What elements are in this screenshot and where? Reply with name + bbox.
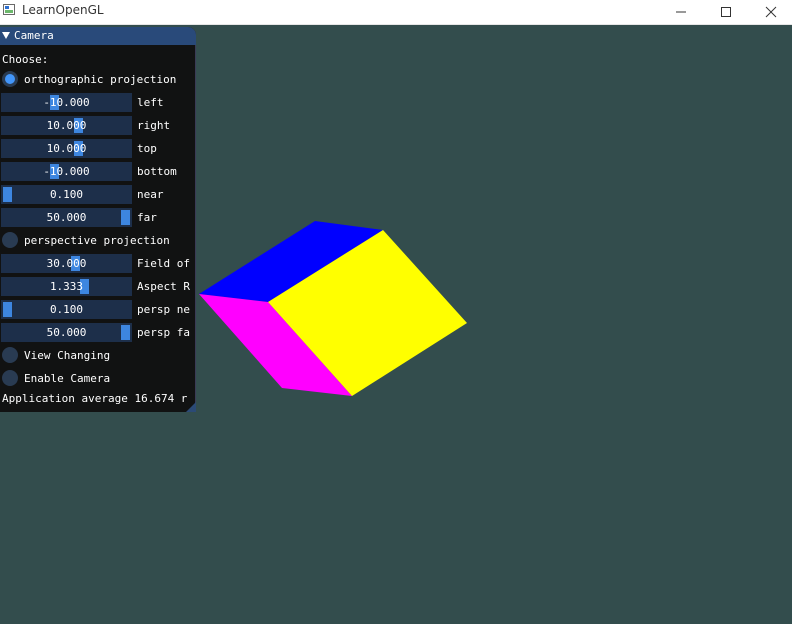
- radio-orthographic[interactable]: [2, 71, 18, 87]
- slider-value: 10.000: [46, 119, 87, 132]
- fps-status-text: Application average 16.674 r: [2, 392, 188, 405]
- slider-label: right: [137, 119, 171, 132]
- slider-label: far: [137, 211, 157, 224]
- resize-grip[interactable]: [186, 402, 196, 412]
- slider-persp-ne[interactable]: 0.100: [1, 300, 132, 319]
- slider-label: top: [137, 142, 157, 155]
- radio-perspective-label[interactable]: perspective projection: [24, 234, 170, 247]
- slider-label: left: [137, 96, 164, 109]
- enable-camera-label[interactable]: Enable Camera: [24, 372, 110, 385]
- slider-label: near: [137, 188, 164, 201]
- radio-orthographic-label[interactable]: orthographic projection: [24, 73, 176, 86]
- view-changing-label[interactable]: View Changing: [24, 349, 110, 362]
- slider-value: 50.000: [46, 211, 87, 224]
- slider-persp-fa[interactable]: 50.000: [1, 323, 132, 342]
- slider-left[interactable]: -10.000: [1, 93, 132, 112]
- slider-far[interactable]: 50.000: [1, 208, 132, 227]
- slider-value: 0.100: [49, 303, 84, 316]
- panel-title: Camera: [14, 29, 54, 42]
- slider-value: -10.000: [43, 165, 90, 178]
- slider-top[interactable]: 10.000: [1, 139, 132, 158]
- slider-value: 50.000: [46, 326, 87, 339]
- radio-perspective[interactable]: [2, 232, 18, 248]
- slider-label: persp fa: [137, 326, 190, 339]
- slider-aspect-r[interactable]: 1.333: [1, 277, 132, 296]
- slider-bottom[interactable]: -10.000: [1, 162, 132, 181]
- panel-header[interactable]: Camera: [0, 27, 196, 45]
- slider-value: 0.100: [49, 188, 84, 201]
- choose-label: Choose:: [2, 53, 49, 66]
- slider-near[interactable]: 0.100: [1, 185, 132, 204]
- collapse-arrow-icon[interactable]: [2, 32, 10, 39]
- slider-label: Field of: [137, 257, 190, 270]
- slider-label: persp ne: [137, 303, 190, 316]
- slider-label: bottom: [137, 165, 177, 178]
- slider-right[interactable]: 10.000: [1, 116, 132, 135]
- slider-value: 1.333: [49, 280, 84, 293]
- camera-panel: Camera Choose: orthographic projection -…: [0, 27, 196, 412]
- slider-value: 30.000: [46, 257, 87, 270]
- slider-field-of[interactable]: 30.000: [1, 254, 132, 273]
- checkbox-view-changing[interactable]: [2, 347, 18, 363]
- slider-label: Aspect R: [137, 280, 190, 293]
- slider-value: 10.000: [46, 142, 87, 155]
- checkbox-enable-camera[interactable]: [2, 370, 18, 386]
- slider-value: -10.000: [43, 96, 90, 109]
